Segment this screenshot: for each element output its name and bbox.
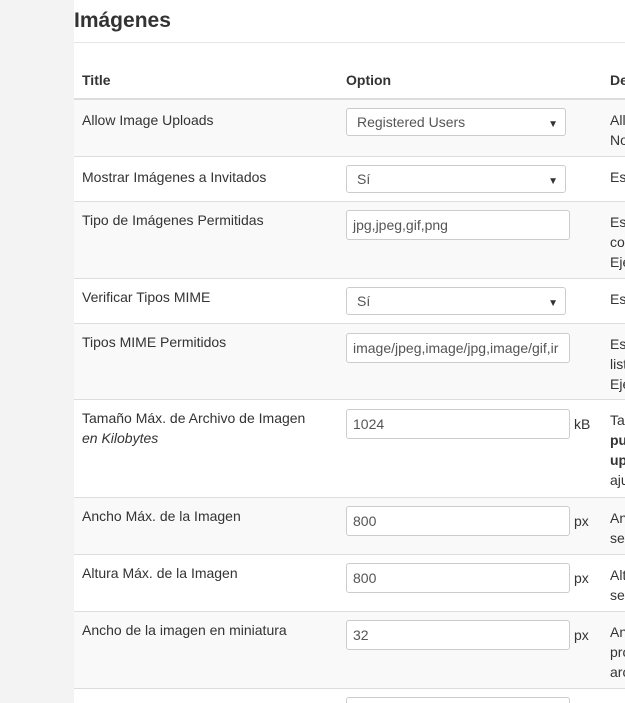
description-line: up (610, 452, 625, 468)
description-line: se (610, 530, 625, 546)
unit-label: px (574, 570, 589, 586)
description-line: Es (610, 336, 625, 352)
setting-title: Ancho Máx. de la Imagen (82, 508, 241, 524)
allowed-image-types-input[interactable]: jpg,jpeg,gif,png (346, 210, 570, 240)
max-image-height-input[interactable]: 800 (346, 563, 570, 593)
thumbnail-width-input[interactable]: 32 (346, 620, 570, 650)
setting-description: All No (610, 110, 625, 150)
unit-label: px (574, 513, 589, 529)
setting-title: Tipos MIME Permitidos (82, 334, 227, 350)
table-row (74, 689, 625, 703)
chevron-down-icon: ▼ (548, 176, 558, 187)
chevron-down-icon: ▼ (548, 298, 558, 309)
setting-description: Es (610, 289, 625, 309)
description-line: arc (610, 664, 625, 680)
table-row: Ancho de la imagen en miniatura 32 px An… (74, 612, 625, 689)
table-row: Mostrar Imágenes a Invitados Sí ▼ Es (74, 157, 625, 202)
page-title: Imágenes (74, 9, 171, 32)
table-row: Tipo de Imágenes Permitidas jpg,jpeg,gif… (74, 202, 625, 279)
description-line: Ta (610, 412, 625, 428)
description-line: An (610, 624, 625, 640)
allowed-mime-types-input[interactable]: image/jpeg,image/jpg,image/gif,ir (346, 333, 570, 363)
description-line: co (610, 234, 625, 250)
unit-label: px (574, 627, 589, 643)
unit-label: kB (574, 416, 591, 432)
setting-title: Tipo de Imágenes Permitidas (82, 212, 264, 228)
setting-description: Es (610, 167, 625, 187)
description-line: All (610, 112, 625, 128)
description-line: pro (610, 644, 625, 660)
verify-mime-types-select[interactable]: Sí ▼ (346, 287, 566, 315)
title-divider (74, 42, 625, 43)
table-row: Tipos MIME Permitidos image/jpeg,image/j… (74, 324, 625, 400)
next-setting-input[interactable] (346, 697, 570, 703)
setting-title: Allow Image Uploads (82, 112, 214, 128)
description-line: Alt (610, 567, 625, 583)
show-images-to-guests-select[interactable]: Sí ▼ (346, 165, 566, 193)
setting-title: Mostrar Imágenes a Invitados (82, 169, 267, 185)
table-row: Allow Image Uploads Registered Users ▼ A… (74, 100, 625, 157)
allow-image-uploads-select[interactable]: Registered Users ▼ (346, 108, 566, 136)
table-row: Verificar Tipos MIME Sí ▼ Es (74, 279, 625, 324)
description-line: An (610, 510, 625, 526)
setting-description: Ta pu up aju (610, 410, 625, 490)
setting-description: An pro arc (610, 622, 625, 682)
table-row: Altura Máx. de la Imagen 800 px Alt se (74, 555, 625, 612)
max-image-file-size-input[interactable]: 1024 (346, 409, 570, 439)
max-image-width-input[interactable]: 800 (346, 506, 570, 536)
description-line: Eje (610, 254, 625, 270)
description-line: Es (610, 291, 625, 307)
setting-description: An se (610, 508, 625, 548)
description-line: Eje (610, 376, 625, 392)
description-line: No (610, 132, 625, 148)
column-header-description: De (610, 72, 625, 88)
description-line: list (610, 356, 625, 372)
setting-title: Altura Máx. de la Imagen (82, 565, 238, 581)
description-line: Es (610, 214, 625, 230)
description-line: Es (610, 169, 625, 185)
column-header-option: Option (346, 72, 392, 88)
column-header-title: Title (82, 72, 111, 88)
table-header: Title Option De (74, 62, 625, 100)
select-value: Registered Users (357, 114, 466, 130)
setting-title-text: Tamaño Máx. de Archivo de Imagen (82, 410, 306, 426)
setting-description: Es list Eje (610, 334, 625, 394)
select-value: Sí (357, 171, 371, 187)
setting-title: Ancho de la imagen en miniatura (82, 622, 287, 638)
select-value: Sí (357, 293, 371, 309)
settings-panel: Imágenes Title Option De Allow Image Upl… (74, 0, 625, 703)
description-line: aju (610, 472, 625, 488)
setting-title: Verificar Tipos MIME (82, 289, 211, 305)
setting-description: Es co Eje (610, 212, 625, 272)
setting-subtitle: en Kilobytes (82, 430, 159, 446)
setting-description: Alt se (610, 565, 625, 605)
description-line: se (610, 587, 625, 603)
table-row: Tamaño Máx. de Archivo de Imagen en Kilo… (74, 400, 625, 498)
chevron-down-icon: ▼ (548, 119, 558, 130)
description-line: pu (610, 432, 625, 448)
table-row: Ancho Máx. de la Imagen 800 px An se (74, 498, 625, 555)
setting-title: Tamaño Máx. de Archivo de Imagen en Kilo… (82, 408, 332, 448)
